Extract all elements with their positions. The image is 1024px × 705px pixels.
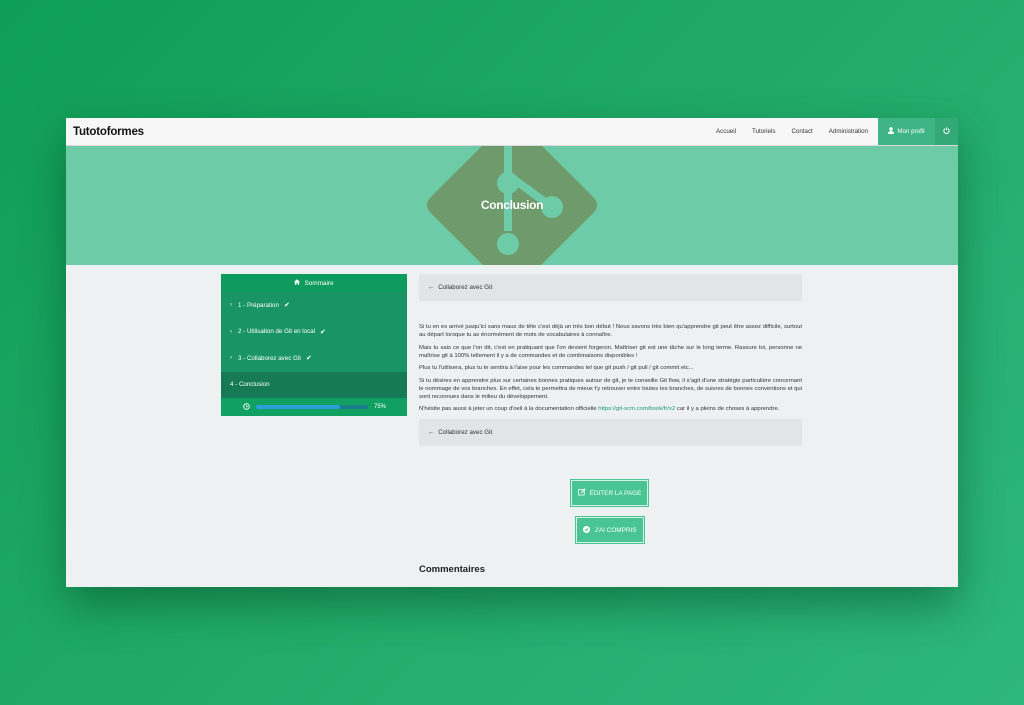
paragraph: Mais tu sais ce que l'on dit, c'est en p… — [419, 344, 802, 359]
check-icon: ✔ — [283, 302, 290, 310]
arrow-left-icon: ← — [428, 429, 435, 436]
sidebar-item-label: 3 - Collaborez avec Git — [238, 354, 301, 362]
edit-page-label: ÉDITER LA PAGE — [589, 489, 642, 497]
sidebar-item-git-local[interactable]: › 2 - Utilisation de Git en local ✔ — [221, 318, 407, 345]
clock-icon — [243, 402, 250, 412]
paragraph: Si tu en es arrivé jusqu'ici sans maux d… — [419, 324, 802, 338]
check-icon: ✔ — [305, 355, 312, 363]
nav-link-accueil[interactable]: Accueil — [708, 128, 744, 135]
paragraph: Si tu désires en apprendre plus sur cert… — [419, 377, 802, 400]
brand-logo[interactable]: Tutotoformes — [73, 126, 144, 138]
sidebar-item-label: 2 - Utilisation de Git en local — [238, 328, 316, 336]
previous-chapter-label: Collaborez avec Git — [438, 284, 493, 291]
sidebar-item-collaborez[interactable]: › 3 - Collaborez avec Git ✔ — [221, 345, 407, 372]
understood-label: J'AI COMPRIS — [594, 526, 637, 534]
chevron-right-icon: › — [230, 355, 232, 362]
home-icon — [294, 279, 301, 287]
check-icon: ✔ — [320, 328, 326, 336]
sidebar-item-conclusion[interactable]: 4 - Conclusion — [221, 371, 407, 398]
sidebar-summary: Sommaire › 1 - Préparation ✔ › 2 - Utili… — [221, 274, 407, 416]
progress-row: 75% — [221, 398, 407, 416]
logout-button[interactable] — [935, 118, 958, 145]
main-content: ← Collaborez avec Git Si tu en es arrivé… — [419, 274, 802, 446]
previous-chapter-link-bottom[interactable]: ← Collaborez avec Git — [419, 419, 802, 446]
comments-heading: Commentaires — [419, 564, 485, 575]
hero-banner: Conclusion — [66, 146, 958, 265]
nav-link-administration[interactable]: Administration — [821, 128, 876, 135]
progress-bar — [256, 405, 368, 409]
nav-link-tutoriels[interactable]: Tutoriels — [744, 128, 784, 135]
sidebar-header: Sommaire — [221, 274, 407, 292]
power-icon — [943, 127, 950, 136]
previous-chapter-label: Collaborez avec Git — [438, 429, 493, 436]
paragraph-text: N'hésite pas aussi à jeter un coup d'oei… — [419, 406, 599, 412]
page-title: Conclusion — [480, 198, 544, 212]
profile-label: Mon profil — [897, 128, 925, 135]
git-docs-link[interactable]: https://git-scm.com/book/fr/v2 — [598, 406, 675, 412]
profile-button[interactable]: Mon profil — [878, 118, 935, 145]
understood-button[interactable]: J'AI COMPRIS — [576, 517, 644, 543]
paragraph: N'hésite pas aussi à jeter un coup d'oei… — [419, 405, 802, 413]
sidebar-header-label: Sommaire — [304, 279, 334, 287]
nav-links: Accueil Tutoriels Contact Administration… — [708, 118, 958, 145]
edit-icon — [577, 488, 586, 498]
sidebar-item-label: 1 - Préparation — [238, 301, 279, 309]
article-body: Si tu en es arrivé jusqu'ici sans maux d… — [419, 323, 802, 413]
chevron-right-icon: › — [230, 328, 232, 335]
paragraph-text: car il y a pleins de choses à apprendre. — [675, 406, 780, 412]
user-icon — [888, 127, 895, 136]
nav-link-contact[interactable]: Contact — [783, 128, 820, 135]
progress-bar-fill — [256, 405, 340, 409]
arrow-left-icon: ← — [428, 284, 435, 291]
edit-page-button[interactable]: ÉDITER LA PAGE — [571, 480, 648, 506]
paragraph: Plus tu l'utilisera, plus tu te sentira … — [419, 365, 694, 371]
chevron-right-icon: › — [230, 302, 232, 309]
browser-window: Tutotoformes Accueil Tutoriels Contact A… — [66, 118, 958, 587]
navbar: Tutotoformes Accueil Tutoriels Contact A… — [66, 118, 958, 146]
progress-label: 75% — [374, 404, 387, 410]
sidebar-item-label: 4 - Conclusion — [230, 381, 270, 389]
previous-chapter-link-top[interactable]: ← Collaborez avec Git — [419, 274, 802, 301]
sidebar-item-preparation[interactable]: › 1 - Préparation ✔ — [221, 292, 407, 319]
check-circle-icon — [583, 525, 591, 535]
